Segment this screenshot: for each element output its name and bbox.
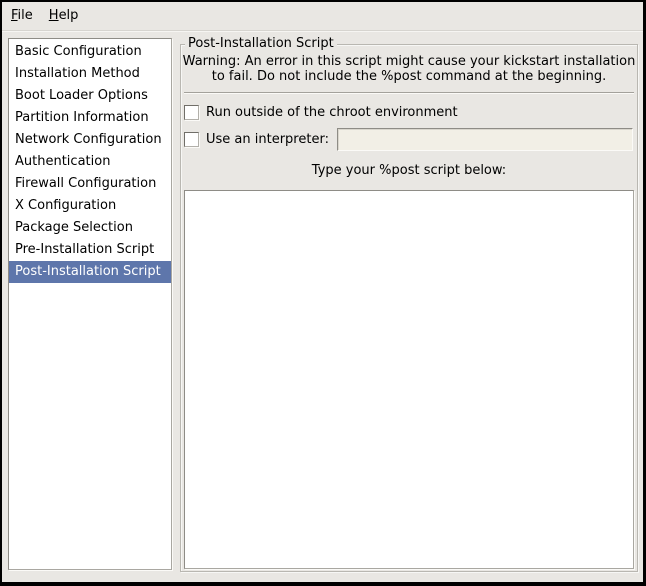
horizontal-separator <box>184 92 634 94</box>
run-outside-chroot-checkbox[interactable] <box>184 105 199 120</box>
sidebar-item-partition-information[interactable]: Partition Information <box>9 107 171 129</box>
sidebar-item-network-configuration[interactable]: Network Configuration <box>9 129 171 151</box>
interpreter-entry[interactable] <box>337 128 633 151</box>
warning-text: Warning: An error in this script might c… <box>181 54 637 84</box>
sidebar-item-x-configuration[interactable]: X Configuration <box>9 195 171 217</box>
use-interpreter-checkbox[interactable] <box>184 132 199 147</box>
sidebar-item-pre-installation-script[interactable]: Pre-Installation Script <box>9 239 171 261</box>
run-outside-chroot-label: Run outside of the chroot environment <box>206 105 458 120</box>
sidebar-item-package-selection[interactable]: Package Selection <box>9 217 171 239</box>
menu-file[interactable]: File <box>3 2 41 30</box>
post-installation-script-frame: Post-Installation Script Warning: An err… <box>180 44 638 572</box>
sidebar-item-basic-configuration[interactable]: Basic Configuration <box>9 41 171 63</box>
sidebar-list[interactable]: Basic ConfigurationInstallation MethodBo… <box>8 38 172 570</box>
chroot-checkbox-row: Run outside of the chroot environment <box>184 103 458 121</box>
warning-line-1: Warning: An error in this script might c… <box>181 54 637 69</box>
post-script-textarea[interactable] <box>184 190 634 569</box>
sidebar-item-installation-method[interactable]: Installation Method <box>9 63 171 85</box>
frame-title: Post-Installation Script <box>185 36 337 52</box>
use-interpreter-label: Use an interpreter: <box>206 132 329 147</box>
sidebar-item-post-installation-script[interactable]: Post-Installation Script <box>9 261 171 283</box>
interpreter-checkbox-row: Use an interpreter: <box>184 127 633 151</box>
menubar: File Help <box>2 2 643 31</box>
sidebar-item-authentication[interactable]: Authentication <box>9 151 171 173</box>
kickstart-configurator-window: File Help Basic ConfigurationInstallatio… <box>0 0 646 586</box>
warning-line-2: to fail. Do not include the %post comman… <box>181 69 637 84</box>
menu-help[interactable]: Help <box>41 2 87 30</box>
sidebar-item-firewall-configuration[interactable]: Firewall Configuration <box>9 173 171 195</box>
script-prompt: Type your %post script below: <box>181 163 637 178</box>
sidebar-item-boot-loader-options[interactable]: Boot Loader Options <box>9 85 171 107</box>
